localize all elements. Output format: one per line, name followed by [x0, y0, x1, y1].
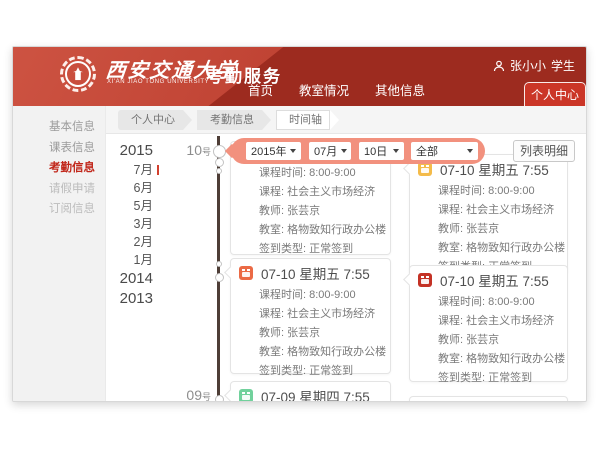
app-window: 西安交通大学 XI'AN JIAO TONG UNIVERSITY 考勤服务 张…: [12, 46, 587, 402]
day-select[interactable]: 10日: [359, 142, 404, 160]
chevron-down-icon: [290, 149, 296, 153]
card-detail-line: 签到类型: 正常签到: [259, 240, 390, 259]
nav-item-other-info[interactable]: 其他信息: [375, 80, 425, 99]
timeline-dot: [215, 158, 224, 167]
timeline-year-2013[interactable]: 2013: [71, 289, 153, 309]
card-detail-line: 教师: 张芸京: [438, 331, 567, 350]
card-detail-line: 课程时间: 8:00-9:00: [438, 293, 567, 312]
card-detail-line: 课程时间: 8:00-9:00: [438, 182, 567, 201]
card-detail-line: 课程时间: 8:00-9:00: [259, 286, 390, 305]
nav-item-home[interactable]: 首页: [248, 80, 273, 99]
timeline-dot: [213, 145, 226, 158]
tab-personal-center[interactable]: 个人中心: [524, 82, 586, 106]
chevron-down-icon: [341, 149, 347, 153]
year-select[interactable]: 2015年: [246, 142, 301, 160]
day-marker-10: 10号: [167, 142, 211, 158]
card-detail-line: 教室: 格物致知行政办公楼: [438, 239, 567, 258]
card-detail-line: 课程: 社会主义市场经济: [259, 305, 390, 324]
card-details: 课程时间: 8:00-9:00课程: 社会主义市场经济教师: 张芸京教室: 格物…: [231, 283, 390, 381]
breadcrumb-personal-center[interactable]: 个人中心: [118, 110, 183, 130]
card-detail-line: 教师: 张芸京: [438, 220, 567, 239]
card-detail-line: 教室: 格物致知行政办公楼: [438, 350, 567, 369]
card-detail-line: 签到类型: 正常签到: [438, 369, 567, 388]
type-select[interactable]: 全部: [411, 142, 478, 160]
timeline-month-3月[interactable]: 3月: [71, 215, 153, 233]
card-detail-line: 教师: 张芸京: [259, 324, 390, 343]
date-filter-bar: 2015年 07月 10日全部: [231, 138, 485, 164]
user-info[interactable]: 张小小 学生: [493, 57, 575, 74]
card-title: 07-09 星期四 7:55: [231, 382, 390, 402]
timeline-month-6月[interactable]: 6月: [71, 179, 153, 197]
timeline-month-7月[interactable]: 7月: [71, 161, 153, 179]
timeline-dot: [215, 395, 224, 403]
page-background: 西安交通大学 XI'AN JIAO TONG UNIVERSITY 考勤服务 张…: [0, 0, 600, 450]
timeline-dot: [216, 261, 222, 267]
status-icon: [239, 389, 253, 402]
breadcrumb: 个人中心考勤信息时间轴: [106, 106, 587, 134]
card-detail-line: 课程时间: 8:00-9:00: [259, 164, 390, 183]
day-marker-09: 09号: [167, 387, 211, 402]
nav-item-classroom-status[interactable]: 教室情况: [299, 80, 349, 99]
card-detail-line: 课程: 社会主义市场经济: [259, 183, 390, 202]
university-name-en: XI'AN JIAO TONG UNIVERSITY: [107, 79, 209, 85]
timeline-month-5月[interactable]: 5月: [71, 197, 153, 215]
card-details: 课程时间: 8:00-9:00课程: 社会主义市场经济教师: 张芸京教室: 格物…: [410, 290, 567, 388]
main-nav: 首页 教室情况 其他信息: [248, 80, 425, 99]
status-icon: [418, 273, 432, 287]
breadcrumb-attendance-info[interactable]: 考勤信息: [197, 110, 262, 130]
user-icon: [493, 60, 505, 72]
sidebar-item-basic-info[interactable]: 基本信息: [13, 117, 105, 138]
attendance-card: 07-09 星期四 7:55: [230, 381, 391, 402]
attendance-card: 07-10 星期五 7:55 课程时间: 8:00-9:00课程: 社会主义市场经…: [409, 265, 568, 382]
card-title: 07-10 星期五 7:55: [231, 259, 390, 283]
status-icon: [239, 266, 253, 280]
status-icon: [418, 162, 432, 176]
attendance-card: 07-10 星期五 7:55 课程时间: 8:00-9:00课程: 社会主义市场经…: [230, 258, 391, 374]
timeline-year-2015[interactable]: 2015: [71, 141, 153, 161]
timeline-month-1月[interactable]: 1月: [71, 251, 153, 269]
list-detail-button[interactable]: 列表明细: [513, 140, 575, 162]
timeline-dot: [215, 273, 224, 282]
user-name: 张小小: [510, 57, 546, 74]
timeline-scale: 20157月6月5月3月2月1月20142013: [71, 141, 153, 309]
timeline-month-2月[interactable]: 2月: [71, 233, 153, 251]
app-header: 西安交通大学 XI'AN JIAO TONG UNIVERSITY 考勤服务 张…: [13, 47, 587, 106]
attendance-card: [409, 396, 568, 402]
timeline-year-2014[interactable]: 2014: [71, 269, 153, 289]
university-seal-icon: [60, 56, 96, 92]
breadcrumb-timeline[interactable]: 时间轴: [276, 110, 330, 130]
card-detail-line: 课程: 社会主义市场经济: [438, 312, 567, 331]
user-role: 学生: [551, 57, 575, 74]
chevron-down-icon: [393, 149, 399, 153]
card-detail-line: 教室: 格物致知行政办公楼: [259, 221, 390, 240]
timeline-axis: [217, 136, 220, 402]
card-detail-line: 教师: 张芸京: [259, 202, 390, 221]
card-detail-line: 课程: 社会主义市场经济: [438, 201, 567, 220]
attendance-card: 07-10 星期五 7:55课程时间: 8:00-9:00课程: 社会主义市场经…: [409, 154, 568, 274]
current-month-tick: [157, 165, 159, 175]
month-select[interactable]: 07月: [309, 142, 351, 160]
card-title: 07-10 星期五 7:55: [410, 266, 567, 290]
timeline-dot: [216, 168, 222, 174]
card-detail-line: 教室: 格物致知行政办公楼: [259, 343, 390, 362]
card-details: 课程时间: 8:00-9:00课程: 社会主义市场经济教师: 张芸京教室: 格物…: [410, 179, 567, 277]
chevron-down-icon: [467, 149, 473, 153]
card-detail-line: 签到类型: 正常签到: [259, 362, 390, 381]
